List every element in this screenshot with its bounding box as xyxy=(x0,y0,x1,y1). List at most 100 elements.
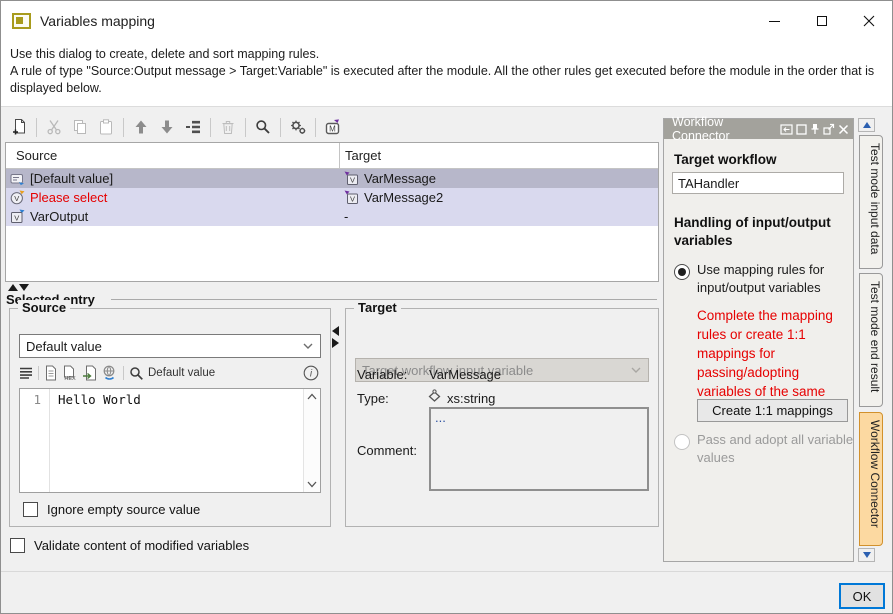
copy-button[interactable] xyxy=(67,114,93,140)
splitter-collapse-left-icon[interactable] xyxy=(332,326,339,336)
scroll-up-icon[interactable] xyxy=(307,393,317,400)
search-icon xyxy=(255,119,271,135)
close-panel-icon[interactable] xyxy=(838,124,849,135)
source-editor-toolbar: HEX Default value i xyxy=(19,363,321,383)
ignore-empty-source-checkbox[interactable] xyxy=(23,502,38,517)
output-variable-icon: V xyxy=(10,209,25,224)
default-value-icon xyxy=(10,171,25,186)
table-row[interactable]: V Please select V VarMessage2 xyxy=(6,188,658,207)
target-workflow-input[interactable]: TAHandler xyxy=(672,172,844,194)
variable-label: Variable: xyxy=(357,367,407,382)
editor-scrollbar[interactable] xyxy=(303,389,320,492)
mapping-toolbar: M xyxy=(6,113,346,141)
tab-scroll-up-button[interactable] xyxy=(858,118,875,132)
ok-button-label: OK xyxy=(853,589,872,604)
toolbar-separator xyxy=(36,118,37,137)
settings-button[interactable] xyxy=(285,114,311,140)
move-up-button[interactable] xyxy=(128,114,154,140)
maximize-panel-icon[interactable] xyxy=(796,124,807,135)
use-mapping-rules-radio[interactable] xyxy=(674,264,690,280)
rule-source-label: [Default value] xyxy=(30,171,113,186)
source-type-dropdown[interactable]: Default value xyxy=(19,334,321,358)
outline-order-button[interactable] xyxy=(180,114,206,140)
source-type-value: Default value xyxy=(26,339,102,354)
table-row[interactable]: [Default value] V VarMessage xyxy=(6,169,658,188)
close-button[interactable] xyxy=(845,1,892,41)
export-content-icon[interactable] xyxy=(82,365,98,381)
minimize-icon xyxy=(769,21,780,22)
target-variable-icon: V xyxy=(344,171,359,186)
scroll-down-icon[interactable] xyxy=(307,481,317,488)
tab-scroll-down-button[interactable] xyxy=(858,548,875,562)
title-bar: Variables mapping xyxy=(1,1,892,41)
tab-test-mode-end-result[interactable]: Test mode end result xyxy=(859,273,883,407)
message-mapping-icon: M xyxy=(324,119,342,136)
splitter-collapse-right-icon[interactable] xyxy=(332,338,339,348)
search-button[interactable] xyxy=(250,114,276,140)
message-mapping-button[interactable]: M xyxy=(320,114,346,140)
splitter-collapse-up-icon[interactable] xyxy=(8,284,18,291)
tab-test-mode-input-data[interactable]: Test mode input data xyxy=(859,135,883,269)
rule-target-label: VarMessage xyxy=(364,171,436,186)
table-splitter[interactable] xyxy=(8,284,29,291)
toolbar-separator xyxy=(38,366,39,380)
editor-line-number: 1 xyxy=(20,389,50,492)
group-splitter[interactable] xyxy=(332,326,339,348)
search-icon[interactable] xyxy=(129,366,144,381)
variables-mapping-dialog: Variables mapping Use this dialog to cre… xyxy=(0,0,893,614)
create-mappings-label: Create 1:1 mappings xyxy=(712,403,833,418)
toolbar-separator xyxy=(245,118,246,137)
hex-view-icon[interactable]: HEX xyxy=(62,365,78,381)
target-workflow-label: Target workflow xyxy=(674,152,777,167)
link-globe-icon[interactable] xyxy=(102,365,118,381)
description-line2: A rule of type "Source:Output message > … xyxy=(10,63,883,97)
table-header: Source Target xyxy=(6,143,658,169)
editor-content[interactable]: Hello World xyxy=(50,389,303,492)
move-down-button[interactable] xyxy=(154,114,180,140)
panel-title-bar[interactable]: Workflow Connector xyxy=(664,119,853,139)
toolbar-separator xyxy=(280,118,281,137)
create-mappings-button[interactable]: Create 1:1 mappings xyxy=(697,399,848,422)
trash-icon xyxy=(220,119,236,135)
new-mapping-rule-button[interactable] xyxy=(6,114,32,140)
source-value-editor[interactable]: 1 Hello World xyxy=(19,388,321,493)
float-window-icon[interactable] xyxy=(823,123,835,135)
new-document-icon xyxy=(11,118,28,136)
plain-text-view-icon[interactable] xyxy=(44,365,58,381)
svg-text:HEX: HEX xyxy=(64,376,76,381)
menu-icon[interactable] xyxy=(19,367,33,379)
please-select-icon: V xyxy=(10,190,25,205)
splitter-collapse-down-icon[interactable] xyxy=(19,284,29,291)
close-icon xyxy=(863,15,875,27)
dock-left-icon[interactable] xyxy=(780,124,793,135)
target-workflow-value: TAHandler xyxy=(678,176,739,191)
tab-label: Workflow Connector xyxy=(868,420,882,528)
toolbar-separator xyxy=(123,366,124,380)
paste-button[interactable] xyxy=(93,114,119,140)
toolbar-separator xyxy=(315,118,316,137)
ok-button[interactable]: OK xyxy=(839,583,885,609)
mapping-rules-table[interactable]: Source Target [Default value] V VarMessa… xyxy=(5,142,659,282)
tab-workflow-connector[interactable]: Workflow Connector xyxy=(859,412,883,546)
validate-content-checkbox[interactable] xyxy=(10,538,25,553)
validate-content-label: Validate content of modified variables xyxy=(34,538,249,553)
pin-icon[interactable] xyxy=(810,123,820,135)
delete-button[interactable] xyxy=(215,114,241,140)
arrow-up-icon xyxy=(133,119,149,135)
info-icon[interactable]: i xyxy=(303,365,319,381)
table-row[interactable]: V VarOutput - xyxy=(6,207,658,226)
column-header-target[interactable]: Target xyxy=(339,148,381,163)
use-mapping-rules-option[interactable]: Use mapping rules for input/output varia… xyxy=(674,261,849,297)
target-group-label: Target xyxy=(354,300,401,315)
column-divider[interactable] xyxy=(339,143,340,168)
ignore-empty-source-row: Ignore empty source value xyxy=(23,502,200,517)
column-header-source[interactable]: Source xyxy=(6,148,339,163)
rule-source-label: VarOutput xyxy=(30,209,88,224)
source-group-label: Source xyxy=(18,300,70,315)
maximize-button[interactable] xyxy=(798,1,845,41)
minimize-button[interactable] xyxy=(751,1,798,41)
tab-label: Test mode input data xyxy=(868,143,882,254)
type-label: Type: xyxy=(357,391,389,406)
cut-button[interactable] xyxy=(41,114,67,140)
svg-text:V: V xyxy=(350,195,355,204)
